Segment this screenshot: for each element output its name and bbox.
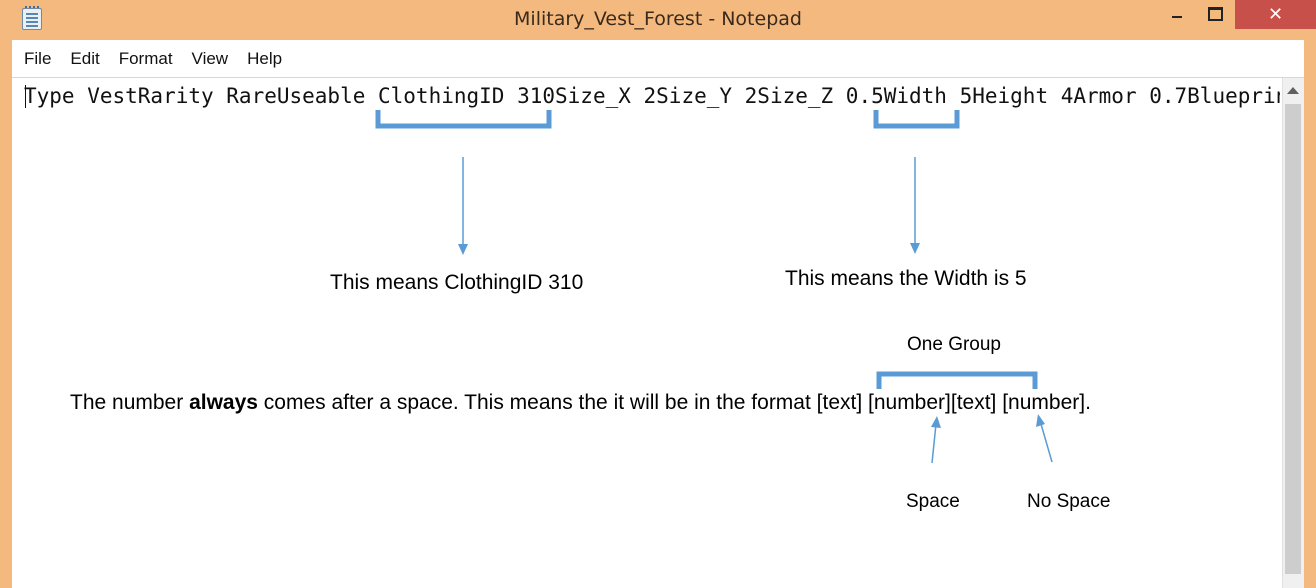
space-annotation: Space	[906, 491, 960, 512]
scrollbar-thumb[interactable]	[1285, 104, 1301, 574]
close-icon[interactable]: ✕	[1235, 0, 1316, 29]
text-caret	[25, 85, 26, 108]
menu-format[interactable]: Format	[119, 49, 173, 69]
width-annotation: This means the Width is 5	[785, 267, 1027, 290]
notepad-window: Military_Vest_Forest - Notepad ✕ File Ed…	[0, 0, 1316, 588]
menu-file[interactable]: File	[24, 49, 51, 69]
window-title: Military_Vest_Forest - Notepad	[514, 8, 802, 30]
maximize-icon[interactable]	[1200, 0, 1230, 28]
menu-view[interactable]: View	[192, 49, 229, 69]
group-annotation: One Group	[907, 334, 1001, 355]
minimize-icon[interactable]	[1162, 0, 1192, 28]
scroll-up-icon[interactable]	[1287, 87, 1299, 94]
format-text-before: The number	[70, 391, 190, 414]
clothing-annotation: This means ClothingID 310	[330, 271, 584, 294]
menu-help[interactable]: Help	[247, 49, 282, 69]
format-explanation: The number always comes after a space. T…	[70, 391, 1091, 415]
format-text-after: comes after a space. This means the it w…	[257, 391, 1091, 414]
format-text-bold: always	[189, 391, 258, 414]
title-bar[interactable]: Military_Vest_Forest - Notepad ✕	[0, 0, 1316, 40]
menu-bar: File Edit Format View Help	[12, 40, 1304, 78]
editor-text-line[interactable]: Type VestRarity RareUseable ClothingID 3…	[24, 83, 1280, 109]
menu-edit[interactable]: Edit	[70, 49, 99, 69]
no-space-annotation: No Space	[1027, 491, 1111, 512]
